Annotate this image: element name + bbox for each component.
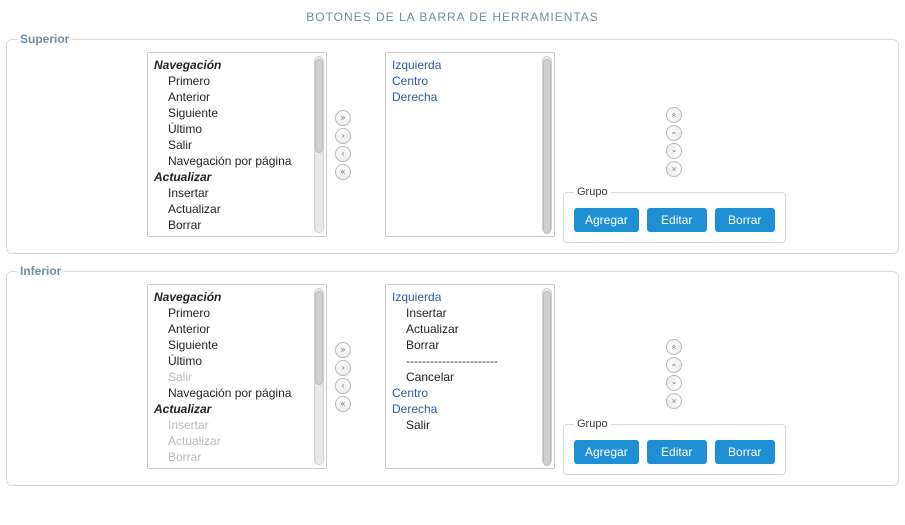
list-item[interactable]: Cancelar xyxy=(392,369,554,385)
scrollbar-thumb[interactable] xyxy=(543,291,551,466)
group-box-bottom: Grupo Agregar Editar Borrar xyxy=(563,418,786,475)
list-item[interactable]: Navegación por página xyxy=(154,153,326,169)
move-down-button[interactable]: › xyxy=(666,143,682,159)
move-top-button[interactable]: » xyxy=(666,339,682,355)
available-list-bottom[interactable]: NavegaciónPrimeroAnteriorSiguienteÚltimo… xyxy=(147,284,327,469)
panel-superior: Superior NavegaciónPrimeroAnteriorSiguie… xyxy=(6,32,899,254)
list-item[interactable]: Actualizar xyxy=(392,321,554,337)
move-down-button[interactable]: › xyxy=(666,375,682,391)
panel-superior-legend: Superior xyxy=(17,32,72,46)
group-edit-button[interactable]: Editar xyxy=(647,440,707,464)
list-item[interactable]: Siguiente xyxy=(154,337,326,353)
move-right-button[interactable]: › xyxy=(335,128,351,144)
page-title: BOTONES DE LA BARRA DE HERRAMIENTAS xyxy=(6,6,899,32)
sort-arrows-bottom: » › › » xyxy=(563,310,786,410)
group-add-button[interactable]: Agregar xyxy=(574,440,639,464)
list-item[interactable]: Anterior xyxy=(154,321,326,337)
list-item[interactable]: Navegación por página xyxy=(154,385,326,401)
list-section-header[interactable]: Centro xyxy=(392,73,554,89)
list-item[interactable]: Actualizar xyxy=(154,201,326,217)
panel-inferior: Inferior NavegaciónPrimeroAnteriorSiguie… xyxy=(6,264,899,486)
list-item[interactable]: Cancelar xyxy=(154,233,326,237)
scrollbar-track[interactable] xyxy=(314,288,324,465)
transfer-arrows-bottom: » › ‹ « xyxy=(335,284,351,469)
list-section-header[interactable]: Derecha xyxy=(392,89,554,105)
list-item[interactable]: Borrar xyxy=(392,337,554,353)
group-box-top-legend: Grupo xyxy=(574,186,611,198)
list-section-header[interactable]: Derecha xyxy=(392,401,554,417)
list-item[interactable]: Último xyxy=(154,121,326,137)
list-section-header[interactable]: Izquierda xyxy=(392,57,554,73)
list-separator: ----------------------- xyxy=(392,353,554,369)
group-edit-button[interactable]: Editar xyxy=(647,208,707,232)
sort-arrows-top: » › › » xyxy=(563,78,786,178)
move-up-button[interactable]: › xyxy=(666,357,682,373)
move-all-left-button[interactable]: « xyxy=(335,164,351,180)
list-item[interactable]: Actualizar xyxy=(154,433,326,449)
group-delete-button[interactable]: Borrar xyxy=(715,208,775,232)
group-delete-button[interactable]: Borrar xyxy=(715,440,775,464)
list-item[interactable]: Primero xyxy=(154,73,326,89)
move-left-button[interactable]: ‹ xyxy=(335,146,351,162)
move-left-button[interactable]: ‹ xyxy=(335,378,351,394)
scrollbar-track[interactable] xyxy=(314,56,324,233)
list-item[interactable]: Insertar xyxy=(392,305,554,321)
scrollbar-thumb[interactable] xyxy=(543,59,551,234)
move-bottom-button[interactable]: » xyxy=(666,161,682,177)
move-up-button[interactable]: › xyxy=(666,125,682,141)
list-group-header[interactable]: Actualizar xyxy=(154,401,326,417)
group-box-top: Grupo Agregar Editar Borrar xyxy=(563,186,786,243)
scrollbar-track[interactable] xyxy=(542,288,552,465)
list-group-header[interactable]: Actualizar xyxy=(154,169,326,185)
move-top-button[interactable]: » xyxy=(666,107,682,123)
list-item[interactable]: Salir xyxy=(392,417,554,433)
list-item[interactable]: Borrar xyxy=(154,217,326,233)
list-group-header[interactable]: Navegación xyxy=(154,289,326,305)
scrollbar-thumb[interactable] xyxy=(315,291,323,385)
list-item[interactable]: Anterior xyxy=(154,89,326,105)
group-add-button[interactable]: Agregar xyxy=(574,208,639,232)
move-right-button[interactable]: › xyxy=(335,360,351,376)
list-item[interactable]: Salir xyxy=(154,369,326,385)
list-group-header[interactable]: Navegación xyxy=(154,57,326,73)
list-section-header[interactable]: Izquierda xyxy=(392,289,554,305)
selected-list-bottom[interactable]: IzquierdaInsertarActualizarBorrar-------… xyxy=(385,284,555,469)
move-all-right-button[interactable]: » xyxy=(335,342,351,358)
list-item[interactable]: Salir xyxy=(154,137,326,153)
scrollbar-thumb[interactable] xyxy=(315,59,323,153)
list-item[interactable]: Primero xyxy=(154,305,326,321)
scrollbar-track[interactable] xyxy=(542,56,552,233)
list-item[interactable]: Borrar xyxy=(154,449,326,465)
selected-list-top[interactable]: IzquierdaCentroDerecha xyxy=(385,52,555,237)
group-box-bottom-legend: Grupo xyxy=(574,418,611,430)
list-item[interactable]: Cancelar xyxy=(154,465,326,469)
list-item[interactable]: Insertar xyxy=(154,417,326,433)
list-item[interactable]: Último xyxy=(154,353,326,369)
panel-inferior-legend: Inferior xyxy=(17,264,64,278)
list-item[interactable]: Siguiente xyxy=(154,105,326,121)
move-all-right-button[interactable]: » xyxy=(335,110,351,126)
list-section-header[interactable]: Centro xyxy=(392,385,554,401)
transfer-arrows-top: » › ‹ « xyxy=(335,52,351,237)
available-list-top[interactable]: NavegaciónPrimeroAnteriorSiguienteÚltimo… xyxy=(147,52,327,237)
move-bottom-button[interactable]: » xyxy=(666,393,682,409)
list-item[interactable]: Insertar xyxy=(154,185,326,201)
move-all-left-button[interactable]: « xyxy=(335,396,351,412)
